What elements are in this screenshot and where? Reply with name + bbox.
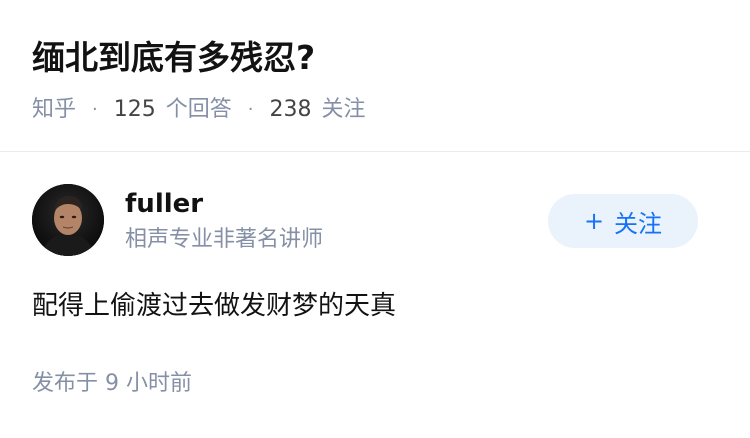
meta-separator: ·	[92, 99, 98, 120]
publish-time: 发布于 9 小时前	[32, 371, 192, 396]
author-bio: 相声专业非著名讲师	[125, 227, 324, 252]
section-divider	[0, 151, 750, 152]
answer-count: 125	[113, 97, 156, 122]
author-info: fuller 相声专业非著名讲师	[125, 184, 323, 256]
answer-count-label: 个回答	[165, 97, 232, 122]
question-title[interactable]: 缅北到底有多残忍?	[32, 30, 722, 86]
source-label[interactable]: 知乎	[32, 90, 76, 130]
meta-separator: ·	[247, 99, 254, 120]
question-header: 缅北到底有多残忍? 知乎 · 125 个回答 · 238 关注	[32, 30, 722, 130]
follow-button[interactable]: + 关注	[548, 194, 698, 248]
plus-icon: +	[583, 207, 605, 235]
answer-content[interactable]: 配得上偷渡过去做发财梦的天真	[32, 286, 396, 326]
author-name[interactable]: fuller	[125, 184, 323, 224]
follower-count-label: 关注	[321, 97, 366, 122]
follower-count: 238	[269, 97, 312, 122]
avatar[interactable]	[32, 184, 104, 256]
follow-button-label: 关注	[614, 209, 663, 238]
question-meta: 知乎 · 125 个回答 · 238 关注	[32, 90, 722, 130]
person-portrait-icon	[32, 184, 104, 256]
answer-card: fuller 相声专业非著名讲师 + 关注 配得上偷渡过去做发财梦的天真 发布于…	[32, 182, 722, 396]
